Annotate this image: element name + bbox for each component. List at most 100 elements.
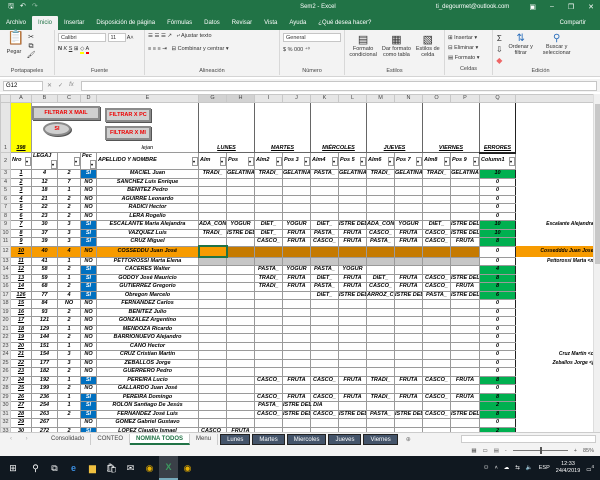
dessert-cell[interactable] bbox=[450, 316, 480, 326]
format-painter-icon[interactable]: 🖌 bbox=[27, 51, 36, 60]
dessert-cell[interactable]: GELATINA bbox=[394, 169, 423, 179]
side-note-cell[interactable] bbox=[516, 212, 594, 221]
column-header-J[interactable]: J bbox=[282, 94, 311, 103]
dessert-cell[interactable]: FRUTA bbox=[394, 228, 423, 238]
meal-cell[interactable] bbox=[422, 341, 451, 351]
row-header[interactable]: 9 bbox=[0, 220, 11, 230]
dessert-cell[interactable] bbox=[450, 245, 480, 258]
meal-cell[interactable]: CASCO_ bbox=[310, 392, 339, 402]
meal-cell[interactable]: ADA_CON_I bbox=[366, 220, 395, 230]
row-header[interactable]: 6 bbox=[0, 194, 11, 204]
nro-cell[interactable]: 7 bbox=[10, 220, 32, 230]
dessert-cell[interactable] bbox=[450, 186, 480, 196]
dessert-cell[interactable] bbox=[450, 177, 480, 187]
legajo-cell[interactable]: 84 bbox=[31, 299, 58, 309]
dessert-cell[interactable] bbox=[394, 316, 423, 326]
nro-cell[interactable]: 26 bbox=[10, 392, 32, 402]
errors-cell[interactable]: 4 bbox=[479, 265, 516, 275]
number-format-select[interactable]: General bbox=[283, 33, 341, 42]
column-header-I[interactable]: I bbox=[254, 94, 283, 103]
row-header[interactable]: 8 bbox=[0, 211, 11, 221]
meal-cell[interactable] bbox=[422, 186, 451, 196]
dessert-cell[interactable] bbox=[394, 333, 423, 343]
search-icon[interactable]: ⚲ bbox=[26, 456, 45, 480]
name-cell[interactable]: GOMEZ Gabriel Gustavo bbox=[96, 418, 199, 428]
legajo-cell[interactable]: 4 bbox=[31, 169, 58, 179]
name-cell[interactable]: CACERES Walter bbox=[96, 265, 199, 275]
select-all[interactable] bbox=[0, 94, 11, 103]
group-cell[interactable]: 2 bbox=[57, 333, 81, 343]
legajo-cell[interactable]: 12 bbox=[31, 177, 58, 187]
dessert-cell[interactable] bbox=[394, 307, 423, 317]
meal-cell[interactable] bbox=[198, 401, 227, 411]
side-note-cell[interactable] bbox=[516, 291, 594, 300]
font-size-select[interactable]: 11 bbox=[107, 33, 126, 42]
meal-cell[interactable] bbox=[310, 307, 339, 317]
row-header[interactable]: 1 bbox=[0, 102, 11, 153]
meal-cell[interactable] bbox=[198, 282, 227, 292]
side-note-cell[interactable] bbox=[516, 274, 594, 283]
dessert-cell[interactable] bbox=[394, 211, 423, 221]
row-header[interactable]: 10 bbox=[0, 228, 11, 238]
chrome-icon[interactable]: ◉ bbox=[140, 456, 159, 480]
meal-cell[interactable] bbox=[366, 256, 395, 266]
side-note-cell[interactable] bbox=[516, 334, 594, 343]
dessert-cell[interactable] bbox=[338, 316, 367, 326]
name-cell[interactable]: BARRIONUEVO Alejandro bbox=[96, 333, 199, 343]
nro-cell[interactable]: 10 bbox=[10, 245, 32, 258]
errors-header[interactable]: ERRORES bbox=[479, 102, 516, 154]
dessert-cell[interactable]: ISTRE DEL D bbox=[394, 409, 423, 419]
side-note-cell[interactable] bbox=[516, 238, 594, 247]
meal-cell[interactable] bbox=[198, 177, 227, 187]
meal-cell[interactable]: CASCO_ bbox=[366, 228, 395, 238]
pec-cell[interactable]: SI bbox=[80, 375, 97, 385]
dessert-cell[interactable] bbox=[338, 367, 367, 377]
horizontal-scrollbar[interactable] bbox=[461, 435, 596, 443]
dessert-cell[interactable]: FRUTA bbox=[282, 282, 311, 292]
side-note-cell[interactable] bbox=[516, 266, 594, 275]
dessert-cell[interactable]: FRUTA bbox=[338, 375, 367, 385]
dessert-cell[interactable] bbox=[282, 418, 311, 428]
nro-cell[interactable]: 27 bbox=[10, 401, 32, 411]
dessert-cell[interactable] bbox=[394, 203, 423, 213]
errors-cell[interactable]: 0 bbox=[479, 177, 516, 187]
excel-icon[interactable]: X bbox=[159, 456, 178, 480]
nro-cell[interactable]: 24 bbox=[10, 375, 32, 385]
sheet-tab-jueves[interactable]: Jueves bbox=[328, 433, 362, 445]
legajo-cell[interactable]: 263 bbox=[31, 409, 58, 419]
group-cell[interactable]: 1 bbox=[57, 401, 81, 411]
table-header-cell[interactable]: Pos ▾ bbox=[226, 152, 255, 170]
meal-cell[interactable]: CASCO_ bbox=[422, 375, 451, 385]
legajo-cell[interactable]: 177 bbox=[31, 358, 58, 368]
errors-cell[interactable]: 0 bbox=[479, 418, 516, 428]
minimize-icon[interactable]: – bbox=[550, 3, 554, 11]
dessert-cell[interactable] bbox=[226, 418, 255, 428]
meal-cell[interactable] bbox=[422, 245, 451, 258]
zoom-level[interactable]: 85% bbox=[583, 448, 594, 454]
task-view-icon[interactable]: ⧉ bbox=[45, 456, 64, 480]
legajo-cell[interactable]: 40 bbox=[31, 245, 58, 258]
pec-cell[interactable]: NO bbox=[80, 256, 97, 266]
nro-cell[interactable]: 5 bbox=[10, 203, 32, 213]
meal-cell[interactable] bbox=[310, 341, 339, 351]
tab-7[interactable]: Vista bbox=[258, 16, 283, 30]
meal-cell[interactable] bbox=[422, 203, 451, 213]
errors-cell[interactable]: 0 bbox=[479, 324, 516, 334]
meal-cell[interactable] bbox=[254, 367, 283, 377]
meal-cell[interactable] bbox=[310, 177, 339, 187]
nro-cell[interactable]: 21 bbox=[10, 350, 32, 360]
legajo-cell[interactable]: 59 bbox=[31, 273, 58, 283]
meal-cell[interactable] bbox=[422, 177, 451, 187]
group-cell[interactable]: 1 bbox=[57, 186, 81, 196]
filter-dropdown-icon[interactable]: ▾ bbox=[220, 156, 226, 166]
dessert-cell[interactable]: ISTRE DEL D bbox=[338, 290, 367, 300]
nro-cell[interactable]: 12 bbox=[10, 265, 32, 275]
meal-cell[interactable]: PASTA_ bbox=[310, 228, 339, 238]
meal-cell[interactable] bbox=[198, 256, 227, 266]
filter-dropdown-icon[interactable]: ▾ bbox=[444, 156, 450, 166]
pec-cell[interactable]: NO bbox=[80, 203, 97, 213]
page-break-icon[interactable]: ▤ bbox=[494, 448, 499, 454]
meal-cell[interactable] bbox=[310, 299, 339, 309]
dessert-cell[interactable]: FRUTA bbox=[450, 392, 480, 402]
legajo-cell[interactable]: 182 bbox=[31, 367, 58, 377]
